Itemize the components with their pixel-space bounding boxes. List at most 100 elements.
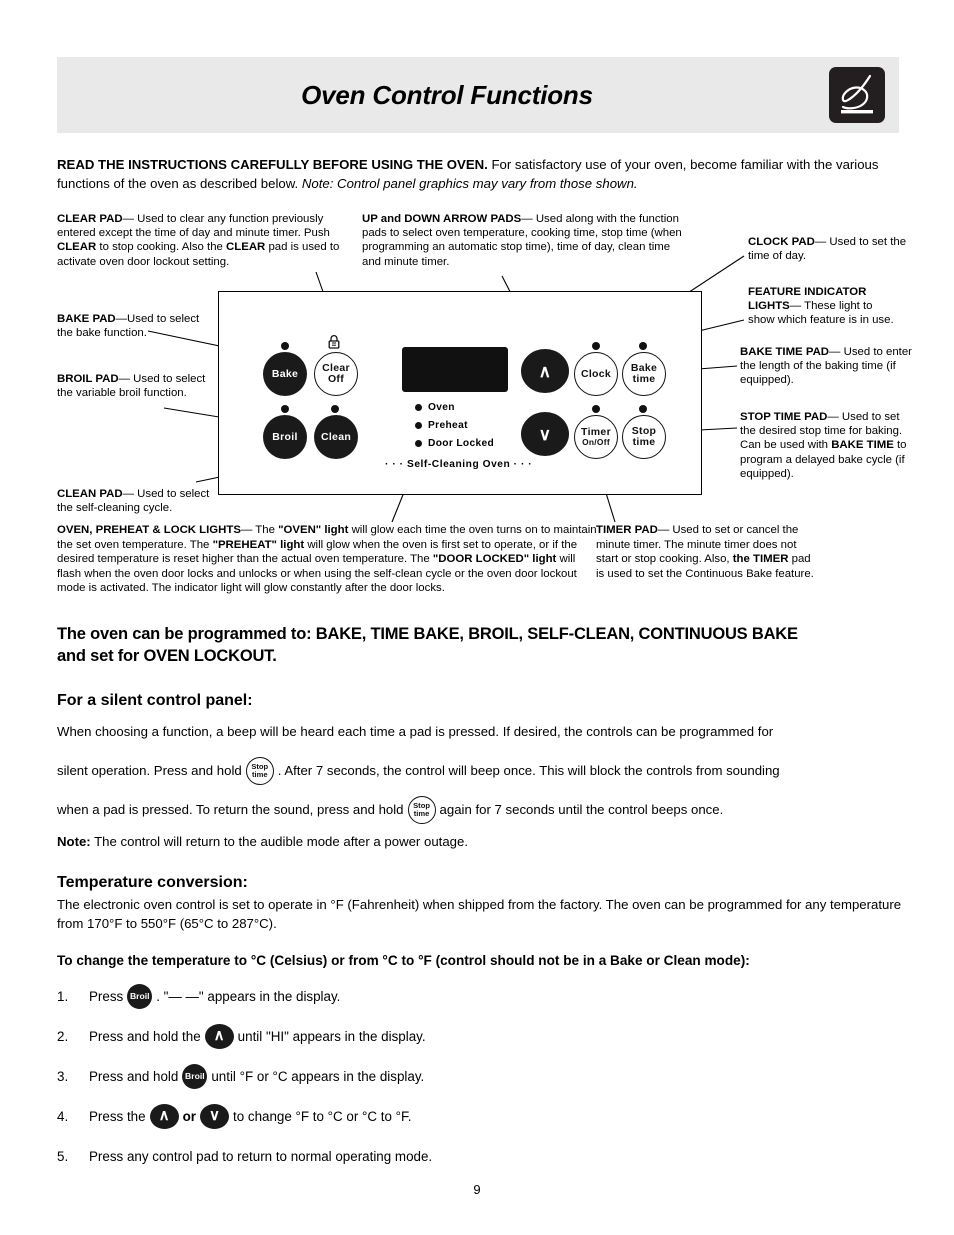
pad-stop-time-label-2: time xyxy=(632,436,656,448)
callout-clean-pad-title: CLEAN PAD xyxy=(57,488,123,500)
callout-up-down-pads: UP and DOWN ARROW PADS— Used along with … xyxy=(362,212,682,269)
step-1-b: . "— —" appears in the display. xyxy=(156,988,341,1004)
inline-broil-label-2: Broil xyxy=(185,1070,205,1081)
step-1-a: Press xyxy=(89,988,124,1004)
step-2-text: Press and hold the ∧ until "HI" appears … xyxy=(89,1023,426,1049)
pad-timer-label-2: On/Off xyxy=(582,437,610,448)
silent-p3-b: again for 7 seconds until the control be… xyxy=(439,802,724,817)
step-4-number: 4. xyxy=(57,1108,69,1124)
intro-paragraph: READ THE INSTRUCTIONS CAREFULLY BEFORE U… xyxy=(57,155,902,193)
pad-broil[interactable]: Broil xyxy=(263,415,307,459)
callout-clock-pad: CLOCK PAD— Used to set the time of day. xyxy=(748,235,908,263)
step-4-b: or xyxy=(182,1108,196,1124)
inline-broil-label-1: Broil xyxy=(129,990,150,1001)
step-5: 5. Press any control pad to return to no… xyxy=(57,1143,907,1169)
pad-clean-label: Clean xyxy=(320,430,352,443)
page-header: Oven Control Functions xyxy=(57,57,899,133)
silent-note-text: The control will return to the audible m… xyxy=(90,834,468,849)
step-2-number: 2. xyxy=(57,1028,69,1044)
page-title: Oven Control Functions xyxy=(301,79,593,110)
inline-pad-up-arrow-2[interactable]: ∧ xyxy=(149,1103,179,1129)
step-3: 3. Press and hold Broil until °F or °C a… xyxy=(57,1063,907,1089)
step-1-number: 1. xyxy=(57,988,69,1004)
step-1: 1. Press Broil . "— —" appears in the di… xyxy=(57,983,907,1009)
silent-panel-heading: For a silent control panel: xyxy=(57,692,253,709)
oven-control-panel-diagram: Bake Clear Off Broil Clean Oven Preheat … xyxy=(218,291,702,495)
inline-down-glyph: ∨ xyxy=(208,1107,220,1125)
step-5-a: Press any control pad to return to norma… xyxy=(89,1148,433,1164)
pad-bake-time[interactable]: Bake time xyxy=(622,352,666,396)
pad-up-arrow-glyph: ∧ xyxy=(538,361,552,381)
flame-logo xyxy=(829,67,885,123)
step-4: 4. Press the ∧ or ∨ to change °F to °C o… xyxy=(57,1103,907,1129)
pad-stop-time[interactable]: Stop time xyxy=(622,415,666,459)
intro-note: Note: Control panel graphics may vary fr… xyxy=(301,176,638,191)
pad-clean[interactable]: Clean xyxy=(314,415,358,459)
callout-lights-t1: — The xyxy=(240,524,279,536)
page-number: 9 xyxy=(473,1182,481,1197)
callout-broil-pad-title: BROIL PAD xyxy=(57,373,119,385)
indicator-label-oven: Oven xyxy=(428,402,455,413)
step-3-a: Press and hold xyxy=(89,1068,179,1084)
inline-pad-stop-time-1[interactable]: Stop time xyxy=(245,757,274,785)
callout-clear-pad: CLEAR PAD— Used to clear any function pr… xyxy=(57,212,347,269)
pad-down-arrow[interactable]: ∨ xyxy=(521,412,569,456)
callout-clear-pad-b2: CLEAR xyxy=(57,241,97,254)
pad-clock[interactable]: Clock xyxy=(574,352,618,396)
pad-bake-label: Bake xyxy=(271,367,299,380)
silent-paragraph-1: When choosing a function, a beep will be… xyxy=(57,724,774,739)
inline-up-glyph-1: ∧ xyxy=(213,1027,225,1045)
pad-broil-label: Broil xyxy=(272,430,298,443)
programmed-line-2: and set for OVEN LOCKOUT. xyxy=(57,647,277,665)
led-broil xyxy=(281,405,289,413)
callout-clear-pad-b4: CLEAR xyxy=(226,241,266,254)
pad-clear-label-2: Off xyxy=(327,373,345,385)
callout-stop-time-title: STOP TIME PAD xyxy=(740,411,828,423)
callout-bake-time-title: BAKE TIME PAD xyxy=(740,346,830,358)
inline-pad-up-arrow-1[interactable]: ∧ xyxy=(204,1023,234,1049)
callout-stop-time-pad: STOP TIME PAD— Used to set the desired s… xyxy=(740,410,910,481)
pad-clear-off[interactable]: Clear Off xyxy=(314,352,358,396)
step-2: 2. Press and hold the ∧ until "HI" appea… xyxy=(57,1023,907,1049)
pad-up-arrow[interactable]: ∧ xyxy=(521,349,569,393)
pad-bake[interactable]: Bake xyxy=(263,352,307,396)
callout-bake-pad: BAKE PAD—Used to select the bake functio… xyxy=(57,312,207,340)
inline-pad-stop-time-2[interactable]: Stop time xyxy=(407,796,436,824)
step-2-b: until "HI" appears in the display. xyxy=(237,1028,426,1044)
indicator-label-preheat: Preheat xyxy=(428,420,468,431)
pad-bake-time-label-2: time xyxy=(632,373,656,385)
callout-clear-pad-t3: to stop cooking. Also the xyxy=(96,241,227,254)
change-temperature-heading: To change the temperature to °C (Celsius… xyxy=(57,953,750,968)
temperature-conversion-steps: 1. Press Broil . "— —" appears in the di… xyxy=(57,983,907,1183)
self-cleaning-oven-label: · · · Self-Cleaning Oven · · · xyxy=(385,459,533,470)
pad-down-arrow-glyph: ∨ xyxy=(538,424,552,444)
inline-pad-broil-2[interactable]: Broil xyxy=(182,1063,208,1089)
callout-clear-pad-title: CLEAR PAD xyxy=(57,213,123,225)
callout-broil-pad: BROIL PAD— Used to select the variable b… xyxy=(57,372,207,400)
step-4-c: to change °F to °C or °C to °F. xyxy=(232,1108,412,1124)
indicator-preheat: Preheat xyxy=(415,420,468,431)
step-4-a: Press the xyxy=(89,1108,146,1124)
callout-bake-pad-title: BAKE PAD xyxy=(57,313,116,325)
silent-paragraph-2: silent operation. Press and hold Stop ti… xyxy=(57,757,907,785)
step-1-text: Press Broil . "— —" appears in the displ… xyxy=(89,983,341,1009)
inline-stop-label-2b: time xyxy=(413,809,430,818)
step-4-text: Press the ∧ or ∨ to change °F to °C or °… xyxy=(89,1103,412,1129)
inline-pad-broil-1[interactable]: Broil xyxy=(127,983,153,1009)
callout-indicator-lights: OVEN, PREHEAT & LOCK LIGHTS— The "OVEN" … xyxy=(57,523,597,596)
led-clock xyxy=(592,342,600,350)
pad-timer-on-off[interactable]: Timer On/Off xyxy=(574,415,618,459)
silent-note: Note: The control will return to the aud… xyxy=(57,833,902,851)
step-3-number: 3. xyxy=(57,1068,69,1084)
inline-pad-down-arrow[interactable]: ∨ xyxy=(199,1103,229,1129)
callout-timer-b1: the TIMER xyxy=(732,553,789,566)
callout-lights-b1: "OVEN" light xyxy=(278,524,349,536)
callout-lights-b3: "DOOR LOCKED" light xyxy=(432,553,557,566)
step-2-a: Press and hold the xyxy=(89,1028,201,1044)
callout-feature-lights: FEATURE INDICATOR LIGHTS— These light to… xyxy=(748,285,898,328)
silent-p2-a: silent operation. Press and hold xyxy=(57,763,242,778)
programmed-summary: The oven can be programmed to: BAKE, TIM… xyxy=(57,623,905,667)
inline-stop-label-1b: time xyxy=(251,770,268,779)
led-timer xyxy=(592,405,600,413)
indicator-dot-door-locked xyxy=(415,440,422,447)
